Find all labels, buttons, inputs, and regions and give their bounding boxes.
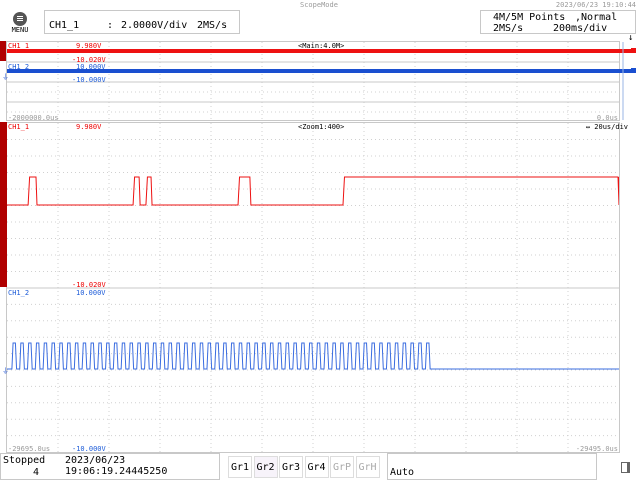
group-button-gr4[interactable]: Gr4 [304,456,329,478]
main-time-left: -2000000.0us [8,114,59,122]
zoom-label: <Zoom1:400> [298,123,345,131]
main-ch1-name: CH1_1 [8,42,30,50]
main-time-right: 0.0us [596,114,618,122]
group-button-gr1[interactable]: Gr1 [228,456,252,478]
zoom-tdiv-value: 20us/div [594,123,628,131]
main-ch2-lower: -10.000V [72,76,106,84]
group-button-gr2[interactable]: Gr2 [253,456,278,478]
zoom-ch1-upper: 9.980V [76,123,102,131]
zoom-ch1-name: CH1_1 [8,123,30,131]
group-button-grp[interactable]: GrP [330,456,354,478]
zoom-tdiv[interactable]: ↔ 20us/div [586,123,628,131]
main-ch2-upper: 10.000V [76,63,106,71]
main-ch2-name: CH1_2 [8,63,30,71]
zoom-ch2-upper: 10.000V [76,289,106,297]
run-state: Stopped [3,455,46,466]
ch1-end-marker [631,48,636,53]
trigger-mode-box[interactable]: Auto [387,453,597,480]
status-box: Stopped 4 2023/06/23 19:06:19.24445250 [0,453,220,480]
acq-count: 4 [33,467,40,478]
zoom-time-left: -29695.0us [8,445,51,453]
trigger-timestamp: 2023/06/23 19:06:19.24445250 [65,455,168,477]
main-ch1-upper: 9.980V [76,42,102,50]
ch2-end-marker [631,68,636,73]
zoom-ch2-lower: -10.000V [72,445,106,453]
panel-toggle-icon[interactable] [621,462,630,473]
zoom-ch1-lower: -10.020V [72,281,106,289]
trigger-mode: Auto [390,467,415,478]
zoom-ch1-marker[interactable] [0,122,7,287]
zoom-time-right: -29495.0us [575,445,618,453]
group-button-gr3[interactable]: Gr3 [279,456,303,478]
zoom-ch2-name: CH1_2 [8,289,30,297]
main-label: <Main:4.0M> [298,42,345,50]
zoom-ch2-ground-icon: ⏚ [2,367,9,375]
group-button-grh[interactable]: GrH [355,456,380,478]
